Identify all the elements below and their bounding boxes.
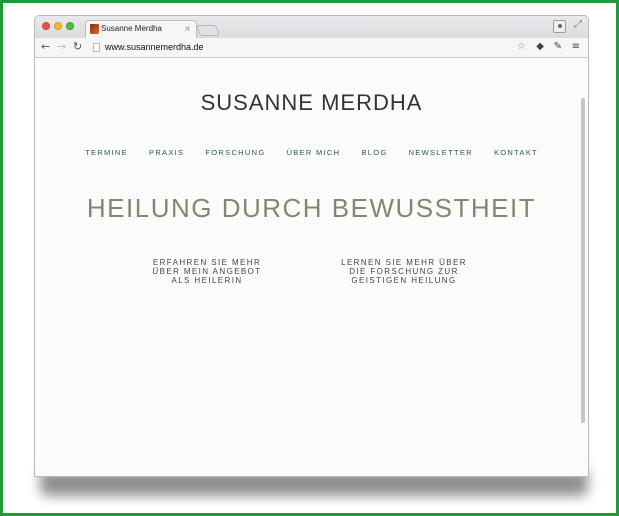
window-minimize-button[interactable] — [54, 22, 62, 30]
profile-icon[interactable] — [553, 20, 566, 33]
site-title[interactable]: SUSANNE MERDHA — [35, 90, 588, 116]
browser-tab[interactable]: Susanne Merdha × — [85, 20, 197, 38]
favicon-icon — [90, 24, 99, 34]
browser-window: Susanne Merdha × ⤢ ← → ↻ www.susannemerd… — [34, 15, 589, 477]
nav-item-termine[interactable]: TERMINE — [85, 148, 128, 157]
page-viewport: SUSANNE MERDHA TERMINE PRAXIS FORSCHUNG … — [35, 58, 588, 476]
teaser-line: GEISTIGEN HEILUNG — [351, 276, 457, 285]
nav-item-blog[interactable]: BLOG — [361, 148, 387, 157]
extension-icon[interactable]: ◆ — [536, 41, 544, 53]
nav-item-newsletter[interactable]: NEWSLETTER — [409, 148, 473, 157]
teaser-line: ERFAHREN SIE MEHR — [152, 258, 262, 267]
browser-toolbar: ← → ↻ www.susannemerdha.de ☆ ◆ ✎ ≡ — [35, 38, 588, 58]
back-arrow-icon[interactable]: ← — [41, 40, 50, 54]
bookmark-star-icon[interactable]: ☆ — [517, 41, 526, 53]
tab-close-icon[interactable]: × — [184, 24, 191, 33]
nav-item-praxis[interactable]: PRAXIS — [149, 148, 184, 157]
tab-bar: Susanne Merdha × ⤢ — [35, 16, 588, 38]
forward-arrow-icon[interactable]: → — [57, 40, 66, 54]
fullscreen-icon[interactable]: ⤢ — [574, 19, 582, 30]
menu-icon[interactable]: ≡ — [572, 41, 580, 53]
nav-item-forschung[interactable]: FORSCHUNG — [205, 148, 265, 157]
new-tab-button[interactable] — [195, 25, 221, 36]
page-icon — [93, 43, 100, 52]
page-headline: HEILUNG DURCH BEWUSSTHEIT — [86, 193, 537, 223]
reload-icon[interactable]: ↻ — [73, 40, 82, 54]
main-navigation: TERMINE PRAXIS FORSCHUNG ÜBER MICH BLOG … — [35, 140, 588, 159]
window-maximize-button[interactable] — [66, 22, 74, 30]
tab-title: Susanne Merdha — [101, 24, 162, 33]
teaser-line: ÜBER MEIN ANGEBOT — [152, 267, 262, 276]
extension-puzzle-icon[interactable]: ✎ — [554, 41, 562, 53]
teaser-link-forschung[interactable]: LERNEN SIE MEHR ÜBER DIE FORSCHUNG ZUR G… — [329, 258, 479, 285]
teaser-line: LERNEN SIE MEHR ÜBER — [341, 258, 467, 267]
nav-item-kontakt[interactable]: KONTAKT — [494, 148, 538, 157]
teaser-line: ALS HEILERIN — [171, 276, 243, 285]
window-close-button[interactable] — [42, 22, 50, 30]
teaser-line: DIE FORSCHUNG ZUR — [349, 267, 459, 276]
address-bar[interactable]: www.susannemerdha.de — [105, 42, 204, 52]
teaser-link-angebot[interactable]: ERFAHREN SIE MEHR ÜBER MEIN ANGEBOT ALS … — [132, 258, 282, 285]
nav-item-ueber-mich[interactable]: ÜBER MICH — [287, 148, 341, 157]
